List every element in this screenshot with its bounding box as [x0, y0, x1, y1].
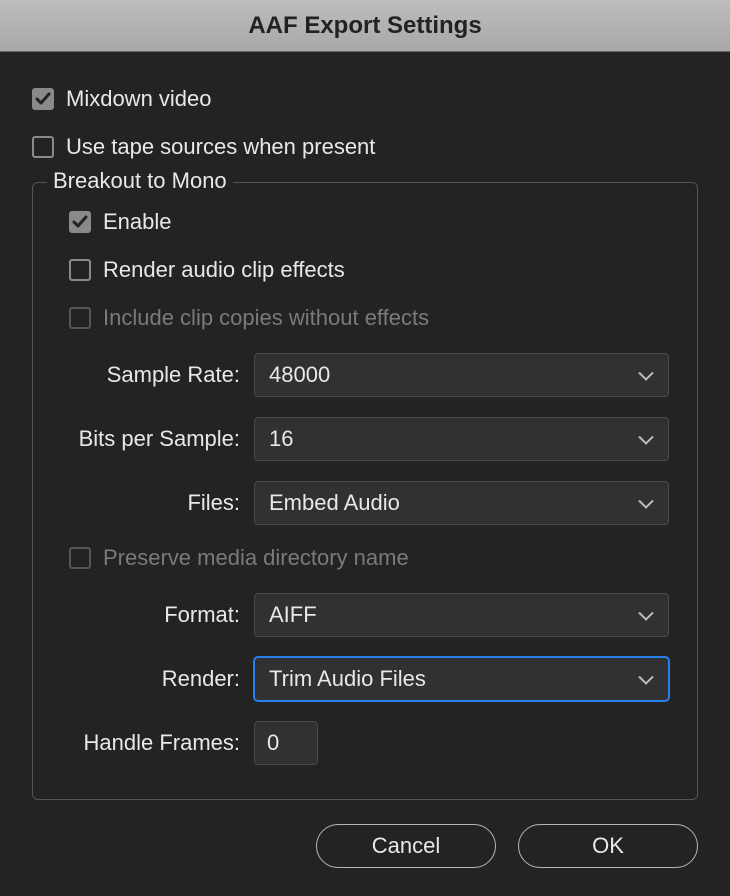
breakout-fieldset: Breakout to Mono Enable Render audio cli…: [32, 182, 698, 800]
bits-per-sample-value: 16: [269, 426, 293, 452]
aaf-export-settings-dialog: AAF Export Settings Mixdown video Use ta…: [0, 0, 730, 896]
ok-button[interactable]: OK: [518, 824, 698, 868]
render-row: Render: Trim Audio Files: [69, 657, 669, 701]
use-tape-sources-row: Use tape sources when present: [32, 134, 698, 160]
cancel-button[interactable]: Cancel: [316, 824, 496, 868]
preserve-dir-label: Preserve media directory name: [103, 545, 409, 571]
mixdown-video-label: Mixdown video: [66, 86, 212, 112]
include-copies-label: Include clip copies without effects: [103, 305, 429, 331]
render-effects-checkbox[interactable]: [69, 259, 91, 281]
use-tape-sources-checkbox[interactable]: [32, 136, 54, 158]
chevron-down-icon: [638, 612, 654, 622]
enable-label: Enable: [103, 209, 172, 235]
enable-row: Enable: [69, 209, 669, 235]
dialog-footer: Cancel OK: [316, 824, 698, 868]
handle-frames-input[interactable]: 0: [254, 721, 318, 765]
dialog-titlebar: AAF Export Settings: [0, 0, 730, 52]
include-copies-row: Include clip copies without effects: [69, 305, 669, 331]
sample-rate-label: Sample Rate:: [69, 362, 254, 388]
checkmark-icon: [72, 214, 88, 230]
use-tape-sources-label: Use tape sources when present: [66, 134, 375, 160]
render-effects-row: Render audio clip effects: [69, 257, 669, 283]
ok-button-label: OK: [592, 833, 624, 859]
format-value: AIFF: [269, 602, 317, 628]
chevron-down-icon: [638, 500, 654, 510]
render-label: Render:: [69, 666, 254, 692]
handle-frames-row: Handle Frames: 0: [69, 721, 669, 765]
render-effects-label: Render audio clip effects: [103, 257, 345, 283]
chevron-down-icon: [638, 676, 654, 686]
cancel-button-label: Cancel: [372, 833, 440, 859]
sample-rate-row: Sample Rate: 48000: [69, 353, 669, 397]
mixdown-video-row: Mixdown video: [32, 86, 698, 112]
files-row: Files: Embed Audio: [69, 481, 669, 525]
sample-rate-value: 48000: [269, 362, 330, 388]
format-row: Format: AIFF: [69, 593, 669, 637]
files-value: Embed Audio: [269, 490, 400, 516]
bits-per-sample-label: Bits per Sample:: [69, 426, 254, 452]
dialog-content: Mixdown video Use tape sources when pres…: [0, 52, 730, 800]
include-copies-checkbox: [69, 307, 91, 329]
bits-per-sample-row: Bits per Sample: 16: [69, 417, 669, 461]
chevron-down-icon: [638, 436, 654, 446]
render-select[interactable]: Trim Audio Files: [254, 657, 669, 701]
handle-frames-value: 0: [267, 730, 279, 756]
render-value: Trim Audio Files: [269, 666, 426, 692]
format-select[interactable]: AIFF: [254, 593, 669, 637]
files-label: Files:: [69, 490, 254, 516]
files-select[interactable]: Embed Audio: [254, 481, 669, 525]
handle-frames-label: Handle Frames:: [69, 730, 254, 756]
sample-rate-select[interactable]: 48000: [254, 353, 669, 397]
preserve-dir-row: Preserve media directory name: [69, 545, 669, 571]
breakout-legend: Breakout to Mono: [47, 168, 233, 194]
bits-per-sample-select[interactable]: 16: [254, 417, 669, 461]
preserve-dir-checkbox: [69, 547, 91, 569]
chevron-down-icon: [638, 372, 654, 382]
dialog-title: AAF Export Settings: [248, 12, 481, 40]
enable-checkbox[interactable]: [69, 211, 91, 233]
checkmark-icon: [35, 91, 51, 107]
mixdown-video-checkbox[interactable]: [32, 88, 54, 110]
format-label: Format:: [69, 602, 254, 628]
